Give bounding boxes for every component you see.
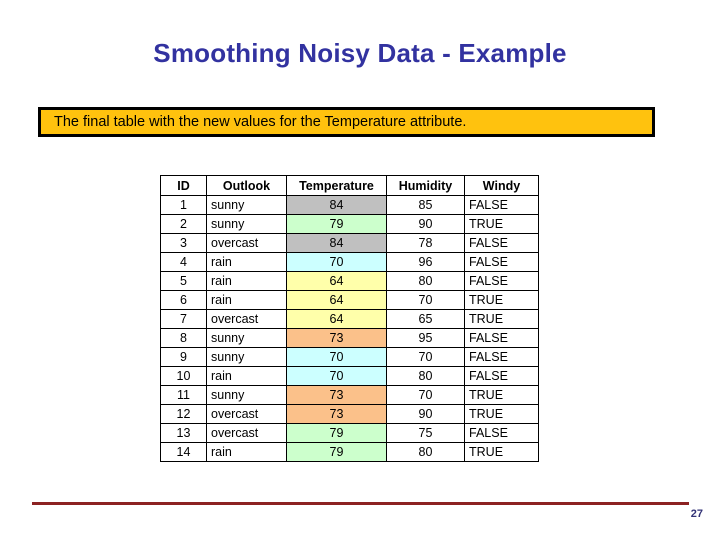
- column-header-temperature: Temperature: [286, 175, 387, 196]
- cell-humidity: 65: [386, 309, 465, 329]
- column-header-humidity: Humidity: [386, 175, 465, 196]
- table-row: 8 sunny 73 95 FALSE: [160, 328, 539, 348]
- weather-data-table: ID Outlook Temperature Humidity Windy 1s…: [160, 175, 539, 462]
- cell-temperature: 79: [286, 423, 387, 443]
- cell-temperature: 70: [286, 366, 387, 386]
- cell-outlook: sunny: [206, 195, 287, 215]
- table-row: 5 rain 64 80 FALSE: [160, 271, 539, 291]
- callout-banner: The final table with the new values for …: [38, 107, 655, 137]
- cell-outlook: sunny: [206, 347, 287, 367]
- table-header-row: ID Outlook Temperature Humidity Windy: [160, 175, 539, 196]
- cell-windy: FALSE: [464, 271, 539, 291]
- cell-id: 3: [160, 233, 207, 253]
- column-header-outlook: Outlook: [206, 175, 287, 196]
- column-header-id: ID: [160, 175, 207, 196]
- table-row: 4 rain 70 96 FALSE: [160, 252, 539, 272]
- cell-temperature: 64: [286, 271, 387, 291]
- cell-outlook: overcast: [206, 423, 287, 443]
- table-row: 1 sunny 84 85 FALSE: [160, 195, 539, 215]
- cell-windy: FALSE: [464, 366, 539, 386]
- table-row: 9 sunny 70 70 FALSE: [160, 347, 539, 367]
- cell-outlook: rain: [206, 442, 287, 462]
- table-row: 3 overcast 84 78 FALSE: [160, 233, 539, 253]
- cell-humidity: 70: [386, 290, 465, 310]
- cell-id: 1: [160, 195, 207, 215]
- cell-outlook: overcast: [206, 404, 287, 424]
- table: ID Outlook Temperature Humidity Windy 1s…: [160, 175, 539, 462]
- cell-humidity: 80: [386, 271, 465, 291]
- cell-temperature: 73: [286, 328, 387, 348]
- cell-windy: FALSE: [464, 252, 539, 272]
- cell-id: 4: [160, 252, 207, 272]
- table-row: 11 sunny 73 70 TRUE: [160, 385, 539, 405]
- cell-id: 11: [160, 385, 207, 405]
- cell-id: 13: [160, 423, 207, 443]
- cell-humidity: 70: [386, 347, 465, 367]
- cell-windy: FALSE: [464, 328, 539, 348]
- cell-outlook: sunny: [206, 385, 287, 405]
- cell-outlook: rain: [206, 366, 287, 386]
- cell-temperature: 70: [286, 347, 387, 367]
- table-row: 14 rain 79 80 TRUE: [160, 442, 539, 462]
- page-title: Smoothing Noisy Data - Example: [153, 38, 567, 68]
- cell-outlook: overcast: [206, 233, 287, 253]
- cell-outlook: rain: [206, 252, 287, 272]
- cell-humidity: 80: [386, 366, 465, 386]
- cell-windy: FALSE: [464, 233, 539, 253]
- cell-id: 6: [160, 290, 207, 310]
- cell-outlook: rain: [206, 271, 287, 291]
- cell-humidity: 90: [386, 214, 465, 234]
- table-row: 2 sunny 79 90 TRUE: [160, 214, 539, 234]
- cell-temperature: 64: [286, 290, 387, 310]
- cell-humidity: 90: [386, 404, 465, 424]
- cell-outlook: sunny: [206, 214, 287, 234]
- callout-banner-text: The final table with the new values for …: [54, 114, 467, 130]
- cell-temperature: 84: [286, 195, 387, 215]
- column-header-windy: Windy: [464, 175, 539, 196]
- table-body: 1 sunny 84 85 FALSE 2 sunny 79 90 TRUE 3 overcast 84…: [160, 195, 539, 462]
- cell-temperature: 70: [286, 252, 387, 272]
- cell-temperature: 84: [286, 233, 387, 253]
- cell-windy: TRUE: [464, 309, 539, 329]
- cell-id: 7: [160, 309, 207, 329]
- cell-humidity: 96: [386, 252, 465, 272]
- cell-humidity: 70: [386, 385, 465, 405]
- page-number: 27: [690, 508, 703, 520]
- cell-temperature: 79: [286, 214, 387, 234]
- table-row: 7 overcast 64 65 TRUE: [160, 309, 539, 329]
- cell-humidity: 78: [386, 233, 465, 253]
- cell-windy: FALSE: [464, 195, 539, 215]
- cell-id: 14: [160, 442, 207, 462]
- table-row: 13 overcast 79 75 FALSE: [160, 423, 539, 443]
- cell-windy: TRUE: [464, 385, 539, 405]
- cell-id: 10: [160, 366, 207, 386]
- cell-humidity: 80: [386, 442, 465, 462]
- table-row: 6 rain 64 70 TRUE: [160, 290, 539, 310]
- table-row: 10 rain 70 80 FALSE: [160, 366, 539, 386]
- cell-windy: FALSE: [464, 347, 539, 367]
- cell-id: 2: [160, 214, 207, 234]
- cell-outlook: rain: [206, 290, 287, 310]
- cell-windy: TRUE: [464, 214, 539, 234]
- cell-outlook: overcast: [206, 309, 287, 329]
- cell-humidity: 85: [386, 195, 465, 215]
- cell-temperature: 73: [286, 385, 387, 405]
- cell-humidity: 75: [386, 423, 465, 443]
- cell-id: 5: [160, 271, 207, 291]
- cell-humidity: 95: [386, 328, 465, 348]
- cell-temperature: 64: [286, 309, 387, 329]
- cell-windy: TRUE: [464, 290, 539, 310]
- cell-id: 12: [160, 404, 207, 424]
- cell-id: 8: [160, 328, 207, 348]
- cell-windy: FALSE: [464, 423, 539, 443]
- footer-divider: [32, 502, 689, 505]
- cell-windy: TRUE: [464, 442, 539, 462]
- cell-temperature: 73: [286, 404, 387, 424]
- cell-windy: TRUE: [464, 404, 539, 424]
- cell-id: 9: [160, 347, 207, 367]
- table-row: 12 overcast 73 90 TRUE: [160, 404, 539, 424]
- cell-outlook: sunny: [206, 328, 287, 348]
- cell-temperature: 79: [286, 442, 387, 462]
